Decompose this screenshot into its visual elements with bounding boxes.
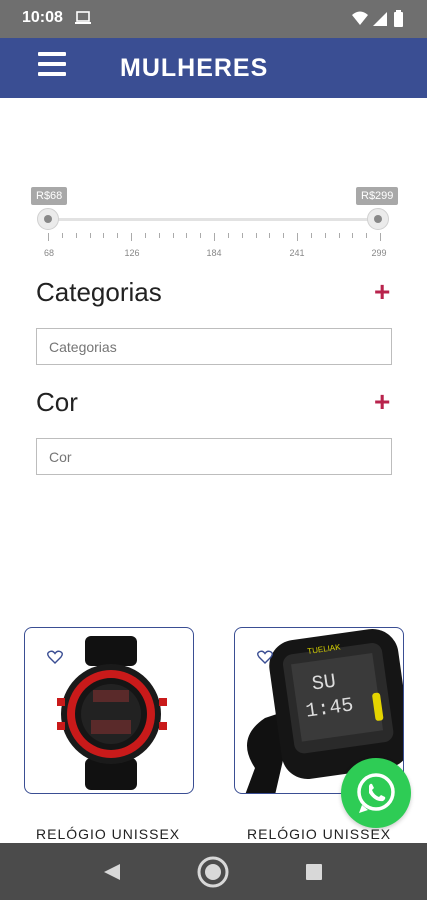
color-input[interactable] <box>36 438 392 475</box>
slider-tick <box>283 233 285 238</box>
wifi-icon <box>352 11 368 25</box>
slider-tick <box>214 233 215 241</box>
page-title: MULHERES <box>120 54 269 82</box>
color-title: Cor <box>36 387 78 417</box>
price-max-badge: R$299 <box>356 187 399 205</box>
slider-tick <box>227 233 229 238</box>
slider-tick <box>324 233 326 238</box>
slider-tick <box>352 233 354 238</box>
price-slider-track[interactable] <box>46 218 380 221</box>
system-nav-bar <box>0 843 427 900</box>
product-name: RELÓGIO UNISSEX <box>36 826 181 842</box>
whatsapp-icon <box>357 773 395 813</box>
slider-tick <box>61 233 63 238</box>
slider-tick <box>89 233 91 238</box>
tick-label-2: 184 <box>206 248 222 258</box>
tick-label-1: 126 <box>124 248 140 258</box>
product-card[interactable] <box>24 627 194 794</box>
categories-expand-button[interactable]: + <box>374 276 390 308</box>
svg-text:SU: SU <box>311 670 338 696</box>
tick-label-3: 241 <box>289 248 305 258</box>
home-icon[interactable] <box>196 855 230 889</box>
slider-tick <box>297 233 298 241</box>
slider-tick <box>144 233 146 238</box>
back-icon[interactable] <box>102 862 122 882</box>
slider-tick <box>255 233 257 238</box>
recents-icon[interactable] <box>306 864 322 880</box>
status-bar: 10:08 <box>0 0 427 38</box>
price-slider-min-handle[interactable] <box>37 208 59 230</box>
slider-tick <box>241 233 243 238</box>
price-slider-ticks <box>48 233 381 243</box>
hamburger-icon <box>38 52 66 56</box>
slider-tick <box>48 233 49 241</box>
price-slider-max-handle[interactable] <box>367 208 389 230</box>
wishlist-heart-icon[interactable] <box>257 650 273 664</box>
categories-input[interactable] <box>36 328 392 365</box>
menu-button[interactable] <box>38 52 68 78</box>
status-icons <box>352 10 403 27</box>
slider-tick <box>366 233 368 238</box>
status-time: 10:08 <box>22 9 63 26</box>
signal-icon <box>373 12 387 26</box>
slider-tick <box>172 233 174 238</box>
slider-tick <box>158 233 160 238</box>
slider-tick <box>200 233 202 238</box>
app-bar: MULHERES <box>0 38 427 98</box>
slider-tick <box>310 233 312 238</box>
slider-tick <box>103 233 105 238</box>
battery-icon <box>394 12 403 27</box>
price-min-badge: R$68 <box>31 187 68 205</box>
slider-tick <box>269 233 271 238</box>
categories-title: Categorias <box>36 277 162 307</box>
slider-tick <box>186 233 188 238</box>
whatsapp-button[interactable] <box>341 758 411 828</box>
tick-label-4: 299 <box>371 248 387 258</box>
color-expand-button[interactable]: + <box>374 386 390 418</box>
product-name: RELÓGIO UNISSEX <box>247 826 392 842</box>
slider-tick <box>131 233 132 241</box>
slider-tick <box>117 233 119 238</box>
slider-tick <box>338 233 340 238</box>
laptop-icon <box>75 11 91 24</box>
slider-tick <box>380 233 381 241</box>
wishlist-heart-icon[interactable] <box>47 650 63 664</box>
tick-label-0: 68 <box>43 248 55 258</box>
slider-tick <box>75 233 77 238</box>
